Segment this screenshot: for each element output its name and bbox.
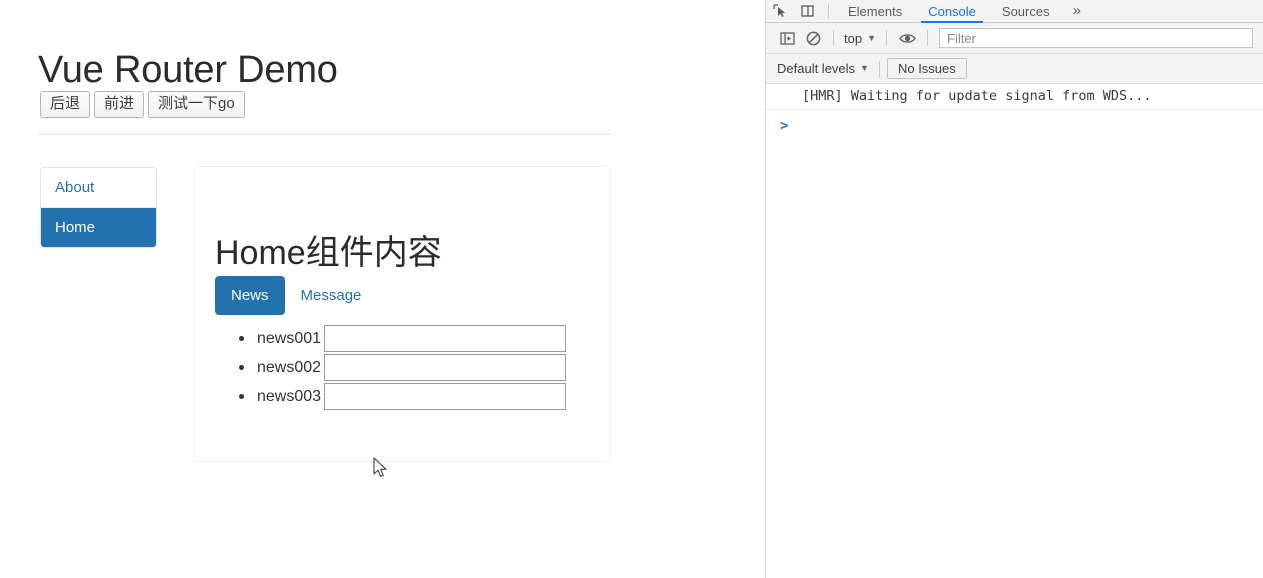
forward-button[interactable]: 前进 xyxy=(94,91,145,118)
bullet-icon xyxy=(239,365,257,370)
content-heading: Home组件内容 xyxy=(215,234,442,273)
console-levels-bar: Default levels ▼ No Issues xyxy=(766,54,1263,84)
content-tab-bar: News Message xyxy=(215,276,377,315)
bullet-icon xyxy=(239,394,257,399)
console-toolbar: top ▼ xyxy=(766,23,1263,54)
toolbar-separator xyxy=(927,30,928,46)
list-item: news002 xyxy=(239,353,599,382)
news-list: news001 news002 news003 xyxy=(239,324,599,411)
execution-context-select[interactable]: top ▼ xyxy=(841,31,879,46)
clear-console-icon[interactable] xyxy=(800,26,826,50)
news-item-input[interactable] xyxy=(324,383,567,410)
console-input-prompt[interactable]: > xyxy=(766,110,1263,142)
levels-separator xyxy=(878,60,880,77)
console-message-row: [HMR] Waiting for update signal from WDS… xyxy=(766,85,1263,110)
router-nav-button-group: 后退 前进 测试一下go xyxy=(40,91,245,118)
back-button[interactable]: 后退 xyxy=(40,91,91,118)
browser-page-viewport: Vue Router Demo 后退 前进 测试一下go About Home … xyxy=(0,0,765,578)
news-item-label[interactable]: news002 xyxy=(257,358,321,377)
tab-news[interactable]: News xyxy=(215,276,285,315)
page-title: Vue Router Demo xyxy=(38,49,338,92)
inspect-element-icon[interactable] xyxy=(766,0,794,22)
chevron-down-icon: ▼ xyxy=(867,32,876,43)
router-view-card: Home组件内容 News Message news001 news002 ne… xyxy=(194,166,610,462)
devtools-tab-bar: Elements Console Sources » xyxy=(766,0,1263,23)
toolbar-separator xyxy=(833,30,834,46)
execution-context-label: top xyxy=(844,30,863,46)
sidebar-item-home[interactable]: Home xyxy=(41,208,156,247)
news-item-label[interactable]: news001 xyxy=(257,329,321,348)
sidebar-item-about[interactable]: About xyxy=(41,168,156,208)
console-message-text: [HMR] Waiting for update signal from WDS… xyxy=(802,88,1152,104)
tab-sources[interactable]: Sources xyxy=(989,5,1063,22)
no-issues-button[interactable]: No Issues xyxy=(886,58,967,79)
tab-message[interactable]: Message xyxy=(285,276,378,315)
device-toolbar-icon[interactable] xyxy=(794,0,822,22)
bullet-icon xyxy=(239,336,257,341)
live-expression-eye-icon[interactable] xyxy=(894,26,920,50)
news-item-label[interactable]: news003 xyxy=(257,387,321,406)
sidebar-list-group: About Home xyxy=(40,167,157,248)
toolbar-separator xyxy=(886,30,887,46)
list-item: news003 xyxy=(239,382,599,411)
tab-console[interactable]: Console xyxy=(915,5,989,23)
tab-elements[interactable]: Elements xyxy=(835,5,915,22)
header-divider xyxy=(38,134,612,135)
devtools-panel: Elements Console Sources » top ▼ Filter … xyxy=(765,0,1263,578)
list-item: news001 xyxy=(239,324,599,353)
prompt-arrow-icon: > xyxy=(780,118,789,134)
console-message-area[interactable]: [HMR] Waiting for update signal from WDS… xyxy=(766,85,1263,578)
log-levels-select[interactable]: Default levels ▼ xyxy=(774,61,872,76)
news-item-input[interactable] xyxy=(324,354,567,381)
console-filter-input[interactable] xyxy=(939,28,1253,48)
tabbar-separator xyxy=(828,4,829,18)
news-item-input[interactable] xyxy=(324,325,567,352)
console-sidebar-toggle-icon[interactable] xyxy=(774,26,800,50)
log-levels-label: Default levels xyxy=(777,61,856,76)
test-go-button[interactable]: 测试一下go xyxy=(148,91,245,118)
chevron-down-icon: ▼ xyxy=(860,63,869,73)
more-tabs-icon[interactable]: » xyxy=(1063,2,1091,22)
